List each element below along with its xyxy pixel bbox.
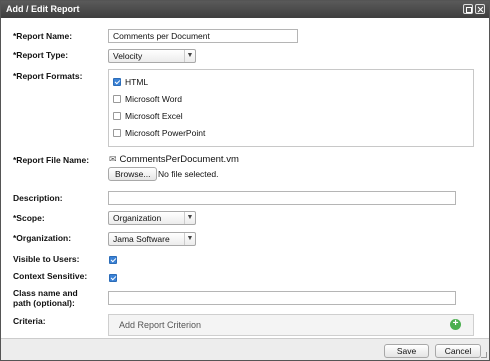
- format-option-html[interactable]: HTML: [113, 77, 148, 87]
- resize-handle-icon[interactable]: [481, 352, 487, 358]
- report-type-label: *Report Type:: [13, 50, 69, 60]
- add-edit-report-dialog: Add / Edit Report *Report Name: Comments…: [0, 0, 490, 361]
- save-button[interactable]: Save: [384, 344, 429, 358]
- context-sensitive-checkbox[interactable]: [109, 274, 117, 282]
- format-option-powerpoint[interactable]: Microsoft PowerPoint: [113, 128, 205, 138]
- chevron-down-icon: ▼: [184, 50, 195, 62]
- paperclip-icon: ✉: [109, 154, 117, 164]
- close-icon[interactable]: [475, 4, 485, 14]
- report-type-select[interactable]: Velocity ▼: [108, 49, 196, 63]
- report-formats-label: *Report Formats:: [13, 71, 83, 81]
- titlebar-buttons: [463, 4, 485, 14]
- description-input[interactable]: [108, 191, 456, 205]
- checkbox-checked-icon[interactable]: [113, 78, 121, 86]
- chevron-down-icon: ▼: [184, 212, 195, 224]
- cancel-button[interactable]: Cancel: [435, 344, 481, 358]
- report-name-input[interactable]: Comments per Document: [108, 29, 298, 43]
- scope-value: Organization: [113, 213, 162, 223]
- no-file-text: No file selected.: [158, 169, 219, 179]
- class-name-label-line1: Class name and: [13, 288, 78, 298]
- context-sensitive-label: Context Sensitive:: [13, 271, 88, 281]
- browse-button[interactable]: Browse...: [108, 167, 158, 181]
- report-formats-box: HTML Microsoft Word Microsoft Excel Micr…: [108, 69, 474, 147]
- report-file-name: ✉ CommentsPerDocument.vm: [109, 154, 239, 165]
- format-label: HTML: [125, 77, 149, 87]
- report-name-label: *Report Name:: [13, 31, 73, 41]
- class-name-input[interactable]: [108, 291, 456, 305]
- format-label: Microsoft Word: [125, 94, 182, 104]
- format-label: Microsoft PowerPoint: [125, 128, 206, 138]
- checkbox-icon[interactable]: [113, 129, 121, 137]
- format-option-word[interactable]: Microsoft Word: [113, 94, 182, 104]
- report-type-value: Velocity: [113, 51, 143, 61]
- dialog-title: Add / Edit Report: [6, 4, 80, 14]
- format-label: Microsoft Excel: [125, 111, 183, 121]
- report-file-name-label: *Report File Name:: [13, 155, 90, 165]
- maximize-icon[interactable]: [463, 4, 473, 14]
- report-file-name-value: CommentsPerDocument.vm: [119, 154, 239, 165]
- description-label: Description:: [13, 193, 63, 203]
- checkbox-icon[interactable]: [113, 95, 121, 103]
- visible-to-users-label: Visible to Users:: [13, 254, 80, 264]
- criteria-box: Add Report Criterion +: [108, 314, 474, 336]
- visible-to-users-checkbox[interactable]: [109, 256, 117, 264]
- dialog-footer: Save Cancel: [1, 338, 489, 360]
- scope-select[interactable]: Organization ▼: [108, 211, 196, 225]
- organization-value: Jama Software: [113, 234, 170, 244]
- checkbox-icon[interactable]: [113, 112, 121, 120]
- organization-select[interactable]: Jama Software ▼: [108, 232, 196, 246]
- scope-label: *Scope:: [13, 213, 45, 223]
- dialog-titlebar: Add / Edit Report: [1, 1, 489, 18]
- format-option-excel[interactable]: Microsoft Excel: [113, 111, 183, 121]
- plus-circle-icon[interactable]: +: [450, 319, 461, 330]
- criteria-label: Criteria:: [13, 316, 46, 326]
- add-report-criterion-text[interactable]: Add Report Criterion: [119, 320, 201, 330]
- organization-label: *Organization:: [13, 233, 72, 243]
- class-name-label-line2: path (optional):: [13, 298, 75, 308]
- chevron-down-icon: ▼: [184, 233, 195, 245]
